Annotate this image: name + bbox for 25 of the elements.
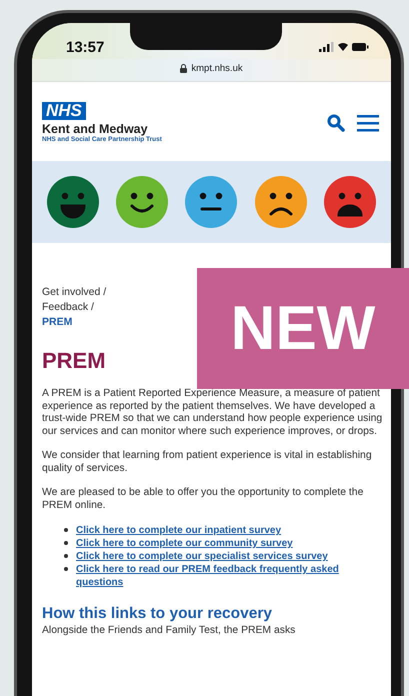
bullet-icon xyxy=(64,528,68,532)
org-name: Kent and Medway xyxy=(42,122,148,136)
breadcrumb-link[interactable]: PREM xyxy=(42,315,72,330)
body-paragraph: We consider that learning from patient experience is vital in establishing quality of services. xyxy=(42,450,373,475)
breadcrumb-link[interactable]: Feedback / xyxy=(42,300,94,315)
lock-icon xyxy=(180,64,188,73)
status-time: 13:57 xyxy=(66,38,104,56)
menu-icon[interactable] xyxy=(357,114,379,132)
address-bar[interactable]: kmpt.nhs.uk xyxy=(32,59,391,82)
bullet-icon xyxy=(64,567,68,571)
status-icons xyxy=(319,41,369,53)
survey-link[interactable]: Click here to read our PREM feedback frequently asked questions xyxy=(76,563,383,589)
breadcrumb-link[interactable]: Get involved / xyxy=(42,285,106,300)
page-heading: PREM xyxy=(42,348,107,374)
section-heading: How this links to your recovery xyxy=(42,605,273,623)
survey-link[interactable]: Click here to complete our specialist services survey xyxy=(76,550,328,563)
survey-link[interactable]: Click here to complete our inpatient survey xyxy=(76,524,282,537)
new-banner: NEW xyxy=(197,268,409,389)
nhs-logo[interactable]: NHS xyxy=(42,102,86,120)
body-paragraph: Alongside the Friends and Family Test, the PREM asks xyxy=(42,625,296,638)
bullet-icon xyxy=(64,541,68,545)
survey-link[interactable]: Click here to complete our community survey xyxy=(76,537,293,550)
body-paragraph: We are pleased to be able to offer you the opportunity to complete the PREM online. xyxy=(42,487,364,512)
search-icon[interactable] xyxy=(327,114,345,132)
bullet-icon xyxy=(64,554,68,558)
